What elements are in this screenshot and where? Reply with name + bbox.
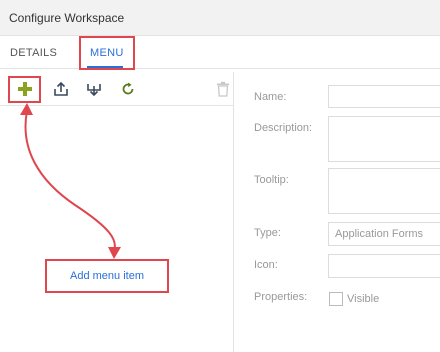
- visible-checkbox-label[interactable]: Visible: [347, 293, 379, 305]
- visible-checkbox[interactable]: [329, 292, 343, 306]
- type-label: Type:: [254, 227, 281, 239]
- icon-label: Icon:: [254, 259, 278, 271]
- type-select[interactable]: Application Forms: [328, 222, 440, 246]
- callout-text: Add menu item: [70, 270, 144, 282]
- properties-label: Properties:: [254, 291, 308, 303]
- icon-input[interactable]: [328, 254, 440, 278]
- type-select-value: Application Forms: [335, 228, 424, 240]
- add-menu-item-callout: Add menu item: [45, 259, 169, 293]
- name-label: Name:: [254, 91, 287, 103]
- description-label: Description:: [254, 122, 313, 134]
- description-input[interactable]: [328, 116, 440, 162]
- name-input[interactable]: [328, 85, 440, 108]
- tooltip-label: Tooltip:: [254, 174, 289, 186]
- tooltip-input[interactable]: [328, 168, 440, 214]
